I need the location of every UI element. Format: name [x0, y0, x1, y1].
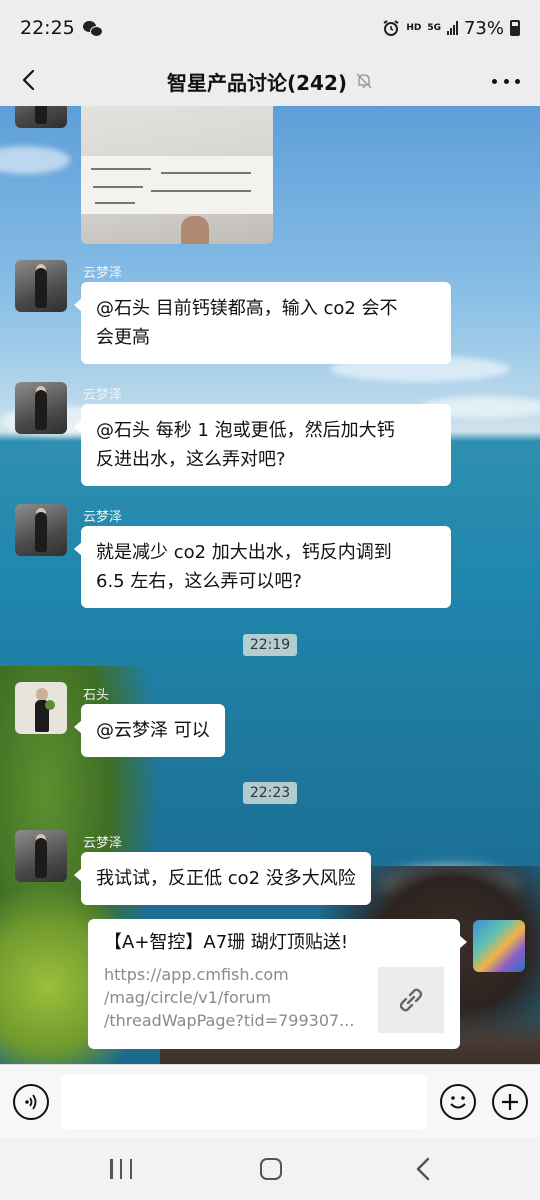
voice-button[interactable]	[13, 1084, 49, 1120]
link-card-url-line: https://app.cmfish.com	[104, 965, 289, 984]
emoji-icon	[450, 1096, 466, 1109]
sender-name: 云梦泽	[83, 388, 123, 403]
message-bubble[interactable]: 就是减少 co2 加大出水，钙反内调到 6.5 左右，这么弄可以吧?	[74, 526, 451, 608]
message-input[interactable]	[61, 1075, 427, 1129]
status-indicators: HD 5G 73%	[382, 18, 520, 39]
message-bubble[interactable]: @石头 目前钙镁都高，输入 co2 会不 会更高	[74, 282, 451, 364]
emoji-button[interactable]	[440, 1084, 476, 1120]
avatar[interactable]	[15, 260, 67, 312]
network-label: 5G	[427, 23, 441, 33]
my-avatar[interactable]	[473, 920, 525, 972]
plus-icon	[502, 1094, 518, 1110]
link-card-url-line: /mag/circle/v1/forum	[104, 988, 272, 1007]
avatar[interactable]	[15, 682, 67, 734]
voice-icon	[25, 1094, 37, 1110]
message-bubble[interactable]: @云梦泽 可以	[74, 704, 225, 757]
link-thumbnail	[378, 967, 444, 1033]
image-scribble	[161, 172, 251, 174]
chat-title: 智星产品讨论(242)	[166, 70, 348, 95]
image-scribble	[93, 186, 143, 188]
link-card-title: 【A+智控】A7珊 瑚灯顶贴送!	[104, 932, 349, 953]
time-divider-label: 22:23	[242, 782, 298, 804]
sender-name: 云梦泽	[83, 836, 123, 851]
chat-area[interactable]: 云梦泽 @石头 目前钙镁都高，输入 co2 会不 会更高 云梦泽 @石头 每秒 …	[0, 106, 540, 1064]
image-finger	[181, 216, 209, 244]
link-icon	[399, 988, 423, 1012]
background-cloud	[0, 146, 70, 174]
hd-label: HD	[406, 23, 422, 33]
back-arrow-icon[interactable]	[18, 68, 42, 92]
time-divider: 22:23	[0, 782, 540, 804]
message-bubble[interactable]: 我试试，反正低 co2 没多大风险	[74, 852, 371, 905]
image-paper	[81, 156, 273, 214]
message-text-line: @石头 目前钙镁都高，输入 co2 会不	[96, 298, 398, 319]
avatar[interactable]	[15, 382, 67, 434]
message-text-line: 我试试，反正低 co2 没多大风险	[96, 868, 356, 889]
link-card-url: https://app.cmfish.com /mag/circle/v1/fo…	[104, 963, 364, 1032]
sender-name: 石头	[83, 688, 110, 703]
sender-name: 云梦泽	[83, 266, 123, 281]
message-text-line: @石头 每秒 1 泡或更低，然后加大钙	[96, 420, 395, 441]
message-text-line: @云梦泽 可以	[96, 720, 210, 741]
time-divider-label: 22:19	[242, 634, 298, 656]
avatar[interactable]	[15, 504, 67, 556]
chat-header: 智星产品讨论(242)	[0, 56, 540, 106]
status-bar: 22:25 HD 5G 73%	[0, 0, 540, 56]
recent-apps-icon[interactable]	[110, 1159, 132, 1179]
bell-muted-icon	[356, 73, 372, 89]
message-text-line: 反进出水，这么弄对吧?	[96, 449, 286, 470]
battery-percent: 73%	[463, 17, 504, 39]
input-bar	[0, 1064, 540, 1138]
home-icon[interactable]	[260, 1158, 282, 1180]
image-scribble	[91, 168, 151, 170]
link-card-url-line: /threadWapPage?tid=799307...	[104, 1011, 355, 1030]
message-text-line: 就是减少 co2 加大出水，钙反内调到	[96, 542, 392, 563]
sender-name: 云梦泽	[83, 510, 123, 525]
image-message[interactable]	[81, 106, 273, 244]
battery-icon	[510, 20, 520, 36]
wechat-notification-icon	[82, 20, 103, 37]
avatar[interactable]	[15, 830, 67, 882]
avatar[interactable]	[15, 106, 67, 128]
plus-button[interactable]	[492, 1084, 528, 1120]
status-time: 22:25	[20, 17, 75, 39]
image-scribble	[151, 190, 251, 192]
message-bubble[interactable]: @石头 每秒 1 泡或更低，然后加大钙 反进出水，这么弄对吧?	[74, 404, 451, 486]
system-back-icon[interactable]	[412, 1156, 436, 1182]
image-scribble	[95, 202, 135, 204]
message-text-line: 会更高	[96, 327, 150, 348]
alarm-icon	[383, 20, 399, 36]
time-divider: 22:19	[0, 634, 540, 656]
message-text-line: 6.5 左右，这么弄可以吧?	[96, 571, 302, 592]
more-dots-icon[interactable]	[492, 70, 520, 92]
system-nav-bar	[0, 1138, 540, 1200]
signal-icon	[446, 21, 458, 35]
link-card-message[interactable]: 【A+智控】A7珊 瑚灯顶贴送! https://app.cmfish.com …	[88, 919, 467, 1049]
